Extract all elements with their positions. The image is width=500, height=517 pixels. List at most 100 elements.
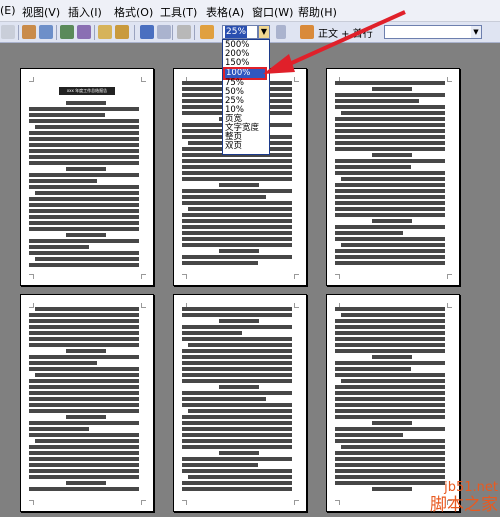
text-line — [66, 167, 106, 171]
text-line — [29, 197, 139, 201]
annotation-arrow — [263, 10, 406, 74]
text-line — [182, 219, 292, 223]
text-line — [219, 385, 259, 389]
text-line — [335, 213, 445, 217]
text-line — [335, 403, 445, 407]
text-line — [29, 385, 139, 389]
text-line — [182, 313, 292, 317]
text-line — [335, 129, 445, 133]
menu-edit[interactable]: (E) — [0, 4, 16, 17]
text-line — [182, 367, 292, 371]
text-line — [182, 421, 292, 425]
text-line — [29, 113, 105, 117]
document-page-4[interactable] — [20, 294, 154, 512]
document-page-3[interactable] — [326, 68, 460, 286]
text-line — [335, 391, 445, 395]
undo-dropdown-icon[interactable] — [157, 25, 171, 39]
text-line — [182, 361, 292, 365]
text-line — [372, 355, 412, 359]
text-line — [66, 101, 106, 105]
text-line — [29, 239, 139, 243]
text-line — [182, 457, 292, 461]
document-page-5[interactable] — [173, 294, 307, 512]
text-line — [29, 379, 139, 383]
undo-icon[interactable] — [140, 25, 154, 39]
text-line — [29, 463, 139, 467]
text-line — [182, 243, 292, 247]
text-line — [335, 261, 445, 265]
text-line — [182, 379, 292, 383]
text-line — [182, 159, 292, 163]
text-line — [341, 177, 445, 181]
text-line — [182, 201, 292, 205]
menu-table[interactable]: 表格(A) — [206, 4, 244, 20]
text-line — [29, 227, 139, 231]
document-page-1[interactable]: xxx 年度工作总结报告 — [20, 68, 154, 286]
text-line — [335, 183, 445, 187]
text-line — [35, 439, 139, 443]
text-line — [66, 481, 106, 485]
research-icon[interactable] — [77, 25, 91, 39]
text-line — [29, 391, 139, 395]
text-line — [66, 349, 106, 353]
text-line — [29, 337, 139, 341]
toolbar-separator — [134, 25, 135, 40]
text-line — [182, 355, 292, 359]
reading-mode-icon[interactable] — [200, 25, 214, 39]
text-line — [182, 337, 292, 341]
spelling-icon[interactable] — [60, 25, 74, 39]
text-line — [219, 451, 259, 455]
drawing-icon[interactable] — [177, 25, 191, 39]
page-corner-mark — [447, 274, 452, 279]
text-line — [335, 409, 445, 413]
print-icon[interactable] — [22, 25, 36, 39]
menu-insert[interactable]: 插入(I) — [68, 4, 102, 20]
toolbar-separator — [194, 25, 195, 40]
copy-icon[interactable] — [98, 25, 112, 39]
text-line — [335, 481, 445, 485]
toolbar-separator — [56, 25, 57, 40]
text-line — [29, 403, 139, 407]
text-line — [182, 325, 292, 329]
text-line — [182, 349, 292, 353]
menu-format[interactable]: 格式(O) — [114, 4, 153, 20]
menu-view[interactable]: 视图(V) — [22, 4, 60, 20]
text-line — [341, 313, 445, 317]
menu-tools[interactable]: 工具(T) — [160, 4, 197, 20]
text-line — [335, 337, 445, 341]
text-line — [182, 331, 242, 335]
text-line — [35, 257, 139, 261]
text-line — [182, 403, 292, 407]
text-line — [29, 155, 139, 159]
text-line — [335, 159, 445, 163]
text-line — [341, 445, 445, 449]
text-line — [182, 415, 292, 419]
page-corner-mark — [141, 500, 146, 505]
text-line — [182, 171, 292, 175]
page-corner-mark — [294, 303, 299, 308]
open-icon[interactable] — [1, 25, 15, 39]
text-line — [35, 307, 139, 311]
text-line — [182, 463, 258, 467]
text-line — [29, 263, 139, 267]
zoom-option-two-pages[interactable]: 双页 — [225, 142, 242, 151]
text-line — [182, 231, 292, 235]
text-line — [29, 451, 139, 455]
zoom-input[interactable]: 25% — [222, 25, 258, 39]
text-line — [341, 243, 445, 247]
text-line — [335, 397, 445, 401]
text-line — [335, 319, 445, 323]
text-line — [182, 189, 292, 193]
zoom-option-150[interactable]: 150% — [225, 59, 249, 68]
text-line — [372, 87, 412, 91]
text-line — [335, 237, 445, 241]
text-line — [182, 391, 292, 395]
paste-icon[interactable] — [115, 25, 129, 39]
text-line — [182, 255, 292, 259]
page-corner-mark — [447, 77, 452, 82]
text-line — [335, 201, 445, 205]
watermark: jb51.net 脚本之家 — [430, 480, 498, 515]
text-line — [335, 475, 445, 479]
text-line — [335, 307, 445, 311]
print-preview-icon[interactable] — [39, 25, 53, 39]
